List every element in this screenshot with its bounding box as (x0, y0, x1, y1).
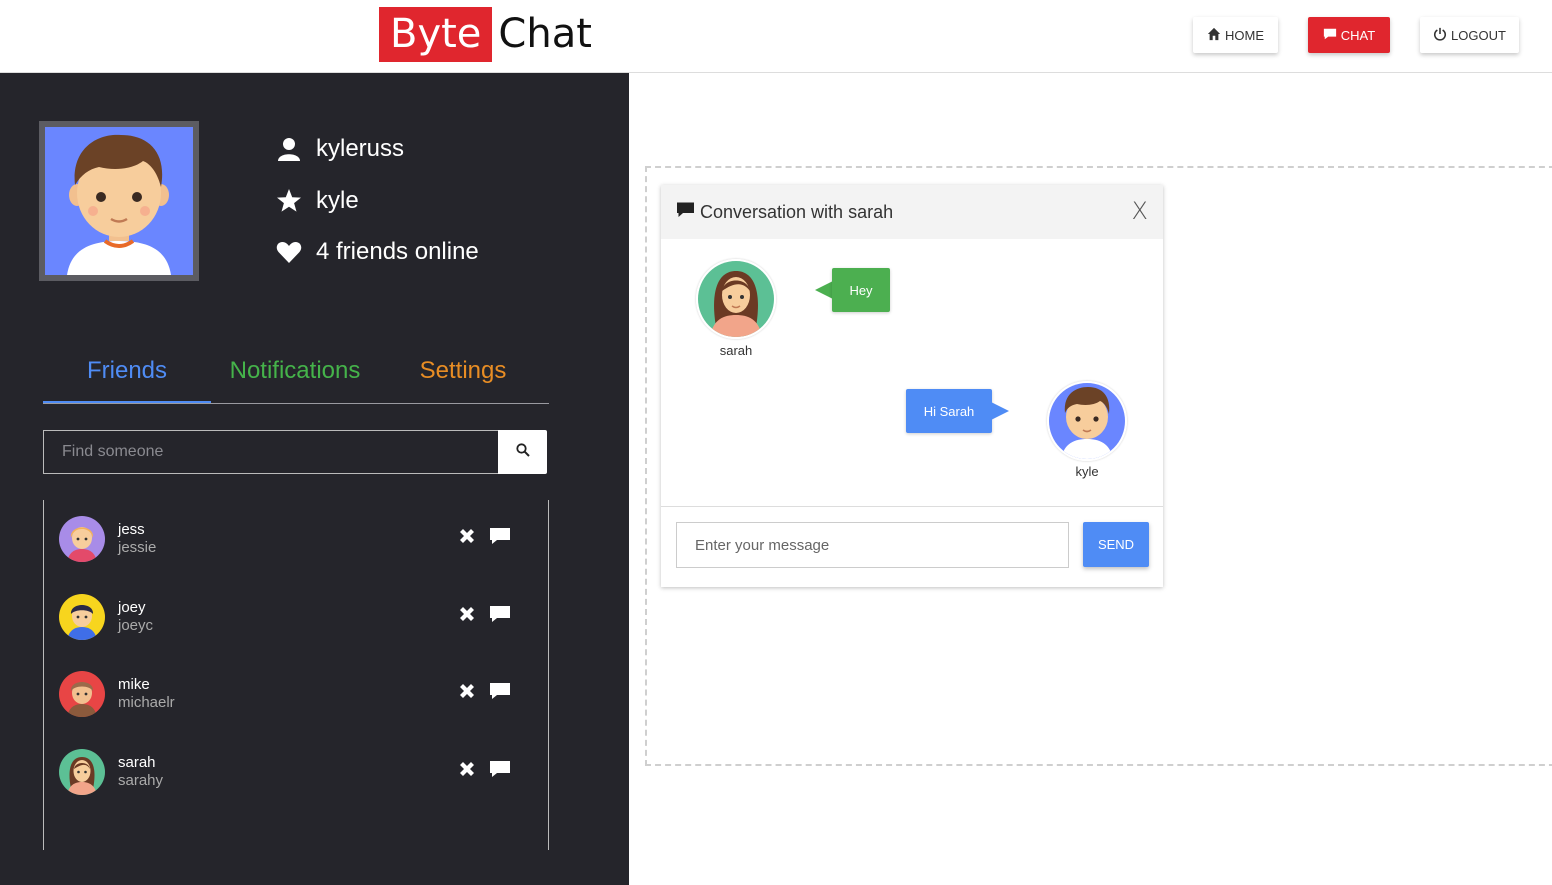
sender-name: kyle (1075, 464, 1099, 479)
remove-friend-icon[interactable] (457, 604, 477, 629)
sender-avatar-kyle (1047, 381, 1127, 461)
message-friend-icon[interactable] (489, 681, 511, 706)
message-friend-icon[interactable] (489, 604, 511, 629)
logout-label: LOGOUT (1451, 27, 1506, 43)
profile-display-name: kyle (316, 187, 359, 214)
bubble-tail (991, 402, 1009, 420)
tab-notifications[interactable]: Notifications (211, 345, 379, 403)
friend-avatar (59, 516, 105, 562)
chat-button[interactable]: CHAT (1308, 17, 1390, 53)
chat-icon (676, 201, 695, 223)
profile-displayname-row: kyle (275, 187, 359, 215)
message-bubble: Hi Sarah (906, 389, 992, 433)
friend-username: joeyc (118, 617, 154, 634)
power-icon (1433, 27, 1447, 44)
logout-button[interactable]: LOGOUT (1420, 17, 1519, 53)
friend-item-mike[interactable]: mike michaelr (59, 669, 529, 719)
friend-avatar (59, 671, 105, 717)
home-label: HOME (1225, 27, 1264, 43)
friend-avatar (59, 749, 105, 795)
tab-settings[interactable]: Settings (379, 345, 547, 403)
friend-username: michaelr (118, 694, 175, 711)
conversation-window: Conversation with sarah X sarah Hey Hi S… (661, 185, 1163, 587)
conversation-header: Conversation with sarah (661, 185, 1163, 239)
chat-icon (1323, 27, 1337, 44)
sender-avatar-sarah (696, 259, 776, 339)
friends-online-count: 4 friends online (316, 238, 479, 265)
message-friend-icon[interactable] (489, 759, 511, 784)
home-icon (1207, 27, 1221, 44)
friend-name: sarah (118, 754, 156, 771)
friend-name: jess (118, 521, 145, 538)
message-input[interactable] (676, 522, 1069, 568)
friend-search (43, 430, 547, 474)
search-input[interactable] (43, 430, 498, 474)
user-icon (275, 135, 303, 163)
bubble-tail (815, 281, 833, 299)
message-bubble: Hey (832, 268, 890, 312)
friend-list: jess jessie joey joeyc mike michaelr sar… (43, 500, 549, 850)
message-friend-icon[interactable] (489, 526, 511, 551)
profile-username-row: kyleruss (275, 135, 404, 163)
friend-name: mike (118, 676, 150, 693)
sidebar: kyleruss kyle 4 friends online Friends N… (0, 73, 629, 885)
friend-username: sarahy (118, 772, 164, 789)
friend-name: joey (118, 599, 146, 616)
close-conversation-button[interactable]: X (1132, 197, 1148, 225)
search-button[interactable] (498, 430, 547, 474)
friend-item-jess[interactable]: jess jessie (59, 514, 529, 564)
tab-friends[interactable]: Friends (43, 345, 211, 403)
logo-chat: Chat (498, 11, 592, 57)
chat-label: CHAT (1340, 27, 1376, 43)
friend-item-joey[interactable]: joey joeyc (59, 592, 529, 642)
profile-username: kyleruss (316, 135, 405, 162)
star-icon (275, 187, 303, 215)
logo[interactable]: Byte Chat (379, 7, 598, 62)
remove-friend-icon[interactable] (457, 681, 477, 706)
avatar (45, 127, 193, 275)
friend-item-sarah[interactable]: sarah sarahy (59, 747, 529, 797)
profile-picture[interactable] (39, 121, 199, 281)
sender-name: sarah (719, 343, 753, 358)
friend-avatar (59, 594, 105, 640)
send-button[interactable]: SEND (1083, 522, 1149, 567)
home-button[interactable]: HOME (1193, 17, 1278, 53)
profile-friends-online-row: 4 friends online (275, 238, 479, 266)
sidebar-tabs: Friends Notifications Settings (43, 345, 549, 404)
heart-icon (275, 238, 303, 266)
remove-friend-icon[interactable] (457, 526, 477, 551)
remove-friend-icon[interactable] (457, 759, 477, 784)
conversation-title: Conversation with sarah (700, 201, 894, 222)
top-header: Byte Chat HOME CHAT LOGOUT (0, 0, 1552, 73)
search-icon (515, 442, 530, 462)
message-composer: SEND (661, 506, 1163, 587)
friend-username: jessie (118, 539, 157, 556)
logo-byte: Byte (379, 7, 493, 62)
